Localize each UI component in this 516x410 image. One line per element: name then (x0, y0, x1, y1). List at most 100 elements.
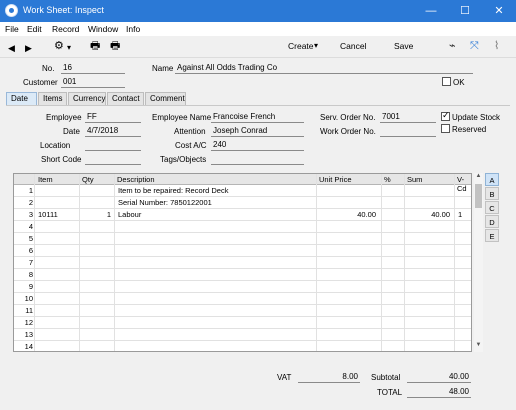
date-field[interactable]: 4/7/2018 (85, 126, 141, 137)
table-row[interactable]: 8 (14, 269, 471, 281)
vat-code-cell[interactable]: 1 (458, 210, 471, 219)
update-stock-checkbox[interactable] (441, 110, 450, 121)
menu-file[interactable]: File (5, 24, 19, 34)
row-number: 4 (28, 222, 33, 231)
employee-label: Employee (46, 113, 82, 122)
print-preview-icon[interactable]: 🖶 (110, 40, 120, 52)
previous-record-icon[interactable]: ◀ (8, 42, 15, 54)
cancel-button[interactable]: Cancel (340, 41, 366, 51)
table-row[interactable]: 14 (14, 341, 471, 351)
title-bar: Work Sheet: Inspect — ☐ ✕ (0, 0, 516, 22)
employee-name-label: Employee Name (152, 113, 212, 122)
table-row[interactable]: 3 10111 1 Labour 40.00 40.00 1 (14, 209, 471, 221)
table-row[interactable]: 13 (14, 329, 471, 341)
gear-icon[interactable]: ⚙ (54, 40, 64, 52)
cost-account-field[interactable]: 240 (211, 140, 304, 151)
service-order-field[interactable]: 7001 (380, 112, 436, 123)
item-cell[interactable]: 10111 (38, 210, 78, 219)
customer-field[interactable]: 001 (61, 77, 125, 88)
save-button[interactable]: Save (394, 41, 413, 51)
grid-scrollbar[interactable]: ▲ ▼ (474, 173, 483, 352)
customer-label: Customer (23, 78, 58, 87)
expand-icon[interactable]: ⤧ (470, 40, 479, 52)
subtotal-field: 40.00 (407, 372, 471, 383)
table-row[interactable]: 11 (14, 305, 471, 317)
location-field[interactable] (85, 140, 141, 151)
total-field: 48.00 (407, 387, 471, 398)
table-row[interactable]: 1 Item to be repaired: Record Deck (14, 185, 471, 197)
table-row[interactable]: 5 (14, 233, 471, 245)
table-row[interactable]: 6 (14, 245, 471, 257)
reserved-checkbox[interactable] (441, 124, 450, 133)
column-header-description[interactable]: Description (117, 175, 155, 184)
number-field[interactable]: 16 (61, 63, 125, 74)
row-number: 12 (24, 318, 33, 327)
maximize-button[interactable]: ☐ (448, 0, 482, 22)
close-button[interactable]: ✕ (482, 0, 516, 22)
menu-bar: File Edit Record Window Info (0, 22, 516, 36)
attention-label: Attention (174, 127, 206, 136)
flip-d-button[interactable]: D (485, 215, 499, 228)
number-label: No. (42, 64, 55, 73)
quantity-cell[interactable]: 1 (81, 210, 111, 219)
scroll-up-icon[interactable]: ▲ (474, 173, 483, 179)
tab-currency[interactable]: Currency (68, 92, 106, 105)
column-header-qty[interactable]: Qty (82, 175, 94, 184)
work-order-field[interactable] (380, 126, 436, 137)
menu-record[interactable]: Record (52, 24, 79, 34)
menu-info[interactable]: Info (126, 24, 140, 34)
column-header-percent[interactable]: % (384, 175, 391, 184)
create-chevron-icon[interactable]: ▾ (314, 41, 318, 50)
table-row[interactable]: 9 (14, 281, 471, 293)
menu-window[interactable]: Window (88, 24, 118, 34)
employee-name-field[interactable]: Francoise French (211, 112, 304, 123)
table-row[interactable]: 12 (14, 317, 471, 329)
description-cell[interactable]: Item to be repaired: Record Deck (118, 186, 314, 195)
print-icon[interactable]: 🖶 (90, 40, 100, 52)
scroll-thumb[interactable] (475, 184, 482, 208)
flip-c-button[interactable]: C (485, 201, 499, 214)
tab-date[interactable]: Date (6, 92, 37, 105)
row-number: 10 (24, 294, 33, 303)
column-header-unit-price[interactable]: Unit Price (319, 175, 352, 184)
attachment-icon[interactable]: ⌇ (494, 40, 499, 52)
total-label: TOTAL (377, 388, 403, 397)
tags-objects-label: Tags/Objects (160, 155, 207, 164)
activity-icon[interactable]: ⌁ (449, 40, 456, 52)
table-row[interactable]: 7 (14, 257, 471, 269)
gear-menu-chevron-icon[interactable]: ▾ (67, 42, 71, 54)
short-code-field[interactable] (85, 154, 141, 165)
minimize-button[interactable]: — (414, 0, 448, 22)
flip-e-button[interactable]: E (485, 229, 499, 242)
column-header-item[interactable]: Item (38, 175, 53, 184)
description-cell[interactable]: Labour (118, 210, 314, 219)
sum-cell[interactable]: 40.00 (406, 210, 450, 219)
create-button[interactable]: Create (288, 41, 314, 51)
ok-checkbox[interactable] (442, 77, 451, 86)
item-grid: Item Qty Description Unit Price % Sum V-… (13, 173, 472, 352)
vat-field: 8.00 (298, 372, 360, 383)
flip-b-button[interactable]: B (485, 187, 499, 200)
table-row[interactable]: 10 (14, 293, 471, 305)
vat-label: VAT (277, 373, 292, 382)
date-label: Date (63, 127, 80, 136)
table-row[interactable]: 2 Serial Number: 7850122001 (14, 197, 471, 209)
table-row[interactable]: 4 (14, 221, 471, 233)
tab-comment[interactable]: Comment (145, 92, 186, 105)
employee-field[interactable]: FF (85, 112, 141, 123)
tab-contact[interactable]: Contact (107, 92, 144, 105)
unit-price-cell[interactable]: 40.00 (318, 210, 376, 219)
short-code-label: Short Code (41, 155, 82, 164)
attention-field[interactable]: Joseph Conrad (211, 126, 304, 137)
toolbar: ◀ ▶ ⚙ ▾ 🖶 🖶 Create ▾ Cancel Save ⌁ ⤧ ⌇ (0, 36, 516, 58)
description-cell[interactable]: Serial Number: 7850122001 (118, 198, 314, 207)
menu-edit[interactable]: Edit (27, 24, 42, 34)
next-record-icon[interactable]: ▶ (25, 42, 32, 54)
tags-objects-field[interactable] (211, 154, 304, 165)
app-icon (5, 4, 18, 17)
flip-a-button[interactable]: A (485, 173, 499, 186)
tab-items[interactable]: Items (38, 92, 67, 105)
name-field[interactable]: Against All Odds Trading Co (175, 63, 473, 74)
column-header-sum[interactable]: Sum (407, 175, 422, 184)
scroll-down-icon[interactable]: ▼ (474, 342, 483, 348)
